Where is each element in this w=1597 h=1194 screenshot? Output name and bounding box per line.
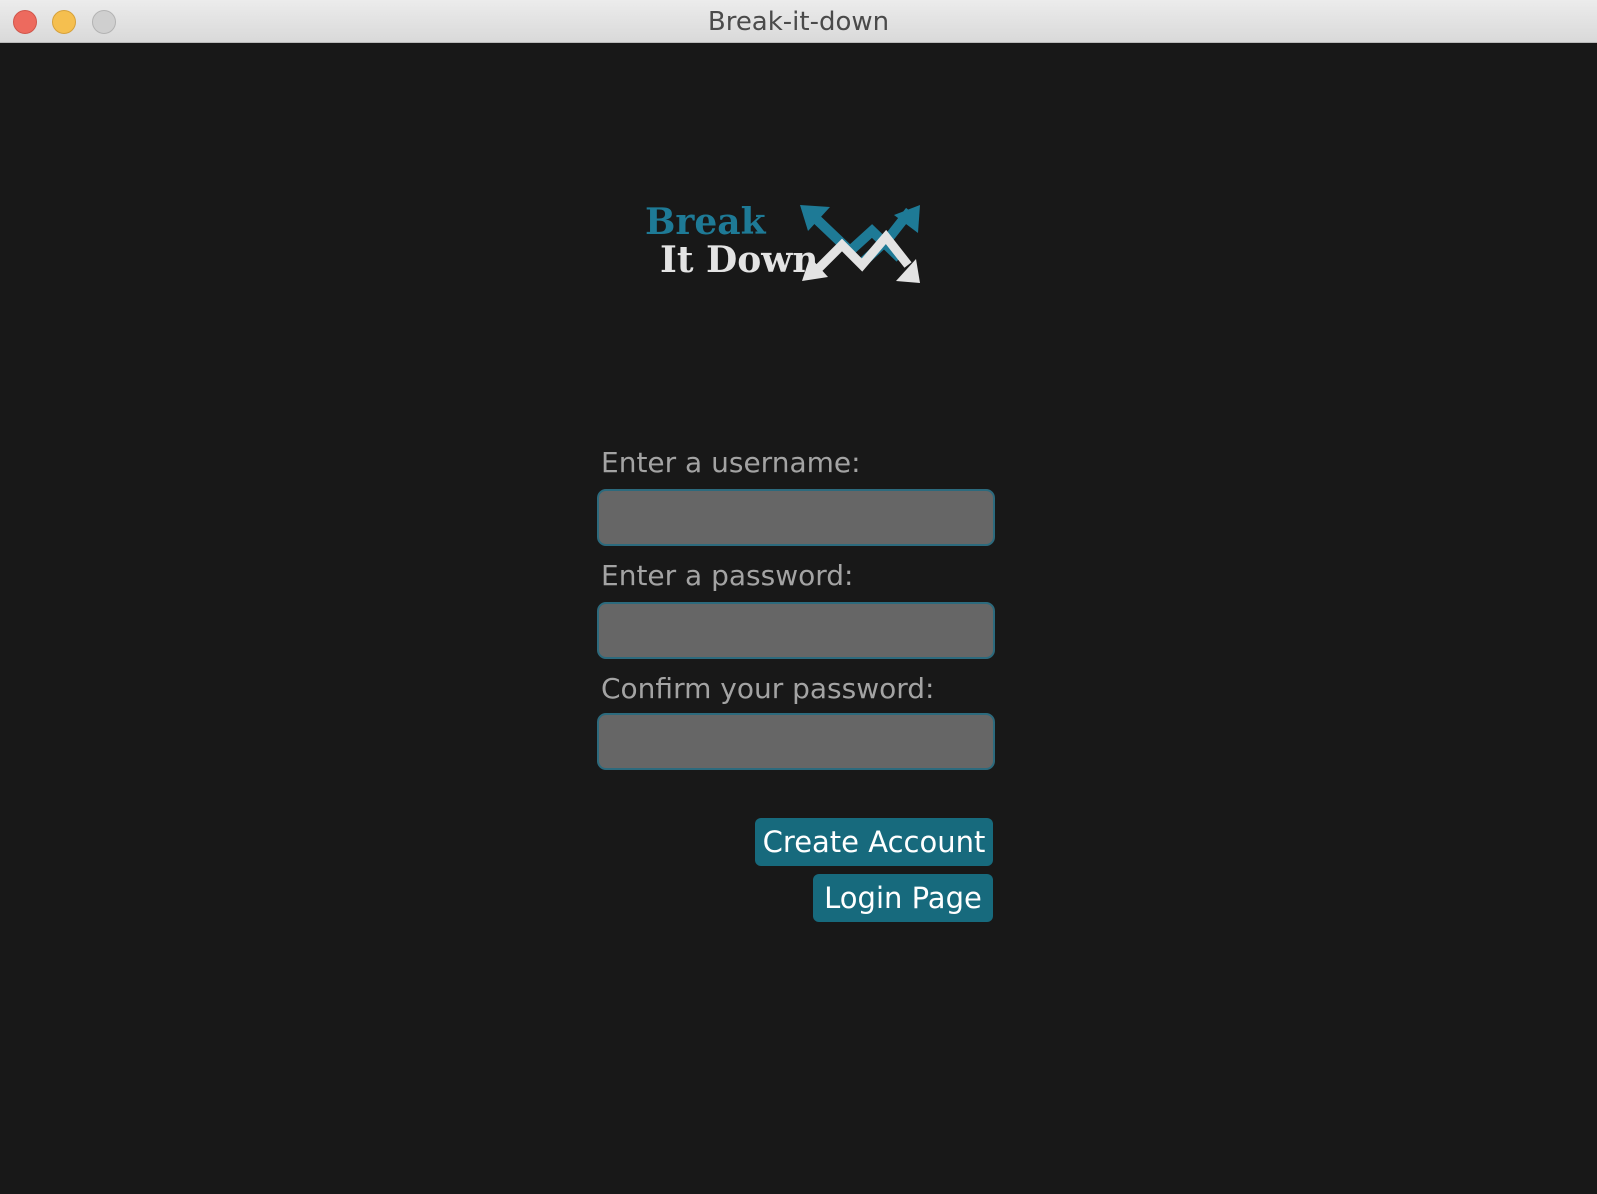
password-label: Enter a password: [601, 559, 854, 592]
arrows-zigzag-icon [800, 205, 920, 283]
logo-word-break: Break [645, 201, 766, 243]
app-window: Break-it-down Break It Down Enter a user… [0, 0, 1597, 1194]
window-title: Break-it-down [707, 7, 890, 37]
break-it-down-logo: Break It Down [640, 201, 930, 288]
create-account-button[interactable]: Create Account [755, 818, 993, 866]
signup-screen: Break It Down Enter a username: Enter a … [0, 43, 1597, 1194]
confirm-password-field[interactable] [597, 713, 995, 770]
username-field[interactable] [597, 489, 995, 546]
login-page-button[interactable]: Login Page [813, 874, 993, 922]
logo-word-it-down: It Down [660, 239, 819, 281]
password-field[interactable] [597, 602, 995, 659]
confirm-password-label: Confirm your password: [601, 672, 935, 705]
username-label: Enter a username: [601, 446, 861, 479]
title-bar: Break-it-down [0, 0, 1597, 43]
